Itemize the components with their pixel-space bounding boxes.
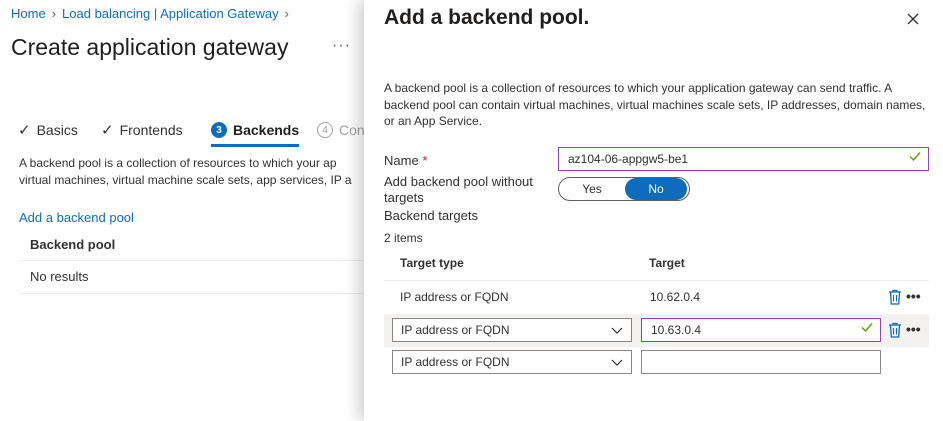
- dropdown-selected-value: IP address or FQDN: [401, 355, 510, 369]
- create-gateway-page: Home › Load balancing | Application Gatewa…: [0, 0, 365, 421]
- targets-grid-header: Target type Target: [384, 244, 929, 281]
- target-input[interactable]: 10.63.0.4: [641, 318, 881, 342]
- table-row: IP address or FQDN 10.62.0.4 •••: [384, 281, 929, 315]
- target-value: 10.62.0.4: [650, 290, 701, 304]
- breadcrumb-load-balancing[interactable]: Load balancing | Application Gateway: [62, 6, 279, 21]
- tab-label: Basics: [36, 122, 78, 138]
- add-backend-pool-panel: Add a backend pool. A backend pool is a …: [364, 0, 943, 421]
- tab-label: Frontends: [119, 122, 183, 138]
- breadcrumb: Home › Load balancing | Application Gatewa…: [11, 6, 295, 21]
- checkmark-icon: [861, 323, 873, 333]
- column-header-backend-pool: Backend pool: [19, 230, 364, 261]
- step-number-badge: 3: [211, 122, 227, 138]
- toggle-yes[interactable]: Yes: [559, 178, 625, 200]
- panel-title: Add a backend pool.: [384, 6, 590, 29]
- tab-basics[interactable]: ✓ Basics: [18, 116, 78, 144]
- target-type-value: IP address or FQDN: [400, 290, 509, 304]
- backend-pool-table: Backend pool No results: [19, 230, 364, 294]
- chevron-right-icon: ›: [284, 6, 289, 21]
- backends-description: A backend pool is a collection of resour…: [19, 155, 364, 189]
- chevron-down-icon: [611, 359, 623, 366]
- target-type-dropdown[interactable]: IP address or FQDN: [392, 318, 632, 342]
- column-header-target-type: Target type: [400, 256, 464, 270]
- description-line: A backend pool is a collection of resour…: [19, 156, 337, 170]
- checkmark-icon: [909, 152, 921, 162]
- checkmark-icon: ✓: [101, 122, 114, 139]
- tab-label: Con: [339, 122, 365, 138]
- name-label-text: Name: [384, 153, 419, 168]
- chevron-right-icon: ›: [51, 6, 57, 21]
- toggle-no[interactable]: No: [625, 178, 687, 200]
- row-more-button[interactable]: •••: [906, 288, 921, 304]
- table-row: IP address or FQDN: [384, 347, 929, 380]
- empty-state-text: No results: [19, 261, 364, 294]
- required-indicator: *: [422, 153, 428, 168]
- name-label: Name *: [384, 153, 427, 168]
- step-number-badge: 4: [317, 122, 333, 138]
- add-backend-pool-link[interactable]: Add a backend pool: [19, 210, 134, 225]
- breadcrumb-home[interactable]: Home: [11, 6, 46, 21]
- without-targets-toggle[interactable]: Yes No: [558, 177, 690, 201]
- dropdown-selected-value: IP address or FQDN: [401, 323, 510, 337]
- checkmark-icon: ✓: [18, 122, 31, 139]
- without-targets-label: Add backend pool without targets: [384, 174, 533, 205]
- delete-icon[interactable]: [888, 322, 902, 338]
- table-row: IP address or FQDN 10.63.0.4 •••: [384, 314, 929, 347]
- name-input[interactable]: az104-06-appgw5-be1: [558, 147, 929, 171]
- row-more-button[interactable]: •••: [906, 321, 921, 337]
- name-input-value: az104-06-appgw5-be1: [568, 152, 689, 166]
- chevron-down-icon: [611, 327, 623, 334]
- item-count: 2 items: [384, 231, 423, 245]
- tab-label: Backends: [233, 122, 300, 138]
- target-input[interactable]: [641, 350, 881, 374]
- tab-frontends[interactable]: ✓ Frontends: [101, 116, 183, 144]
- close-icon[interactable]: [903, 9, 923, 29]
- more-options-button[interactable]: ···: [332, 37, 351, 55]
- panel-description: A backend pool is a collection of resour…: [384, 81, 926, 128]
- delete-icon[interactable]: [888, 289, 902, 305]
- target-input-value: 10.63.0.4: [651, 323, 702, 337]
- backend-targets-label: Backend targets: [384, 208, 478, 223]
- page-title: Create application gateway: [11, 34, 289, 60]
- description-line: virtual machines, virtual machine scale …: [19, 173, 352, 187]
- tab-backends[interactable]: 3 Backends: [211, 116, 300, 147]
- target-type-dropdown[interactable]: IP address or FQDN: [392, 350, 632, 374]
- column-header-target: Target: [649, 256, 685, 270]
- tab-configuration: 4 Con: [317, 116, 365, 144]
